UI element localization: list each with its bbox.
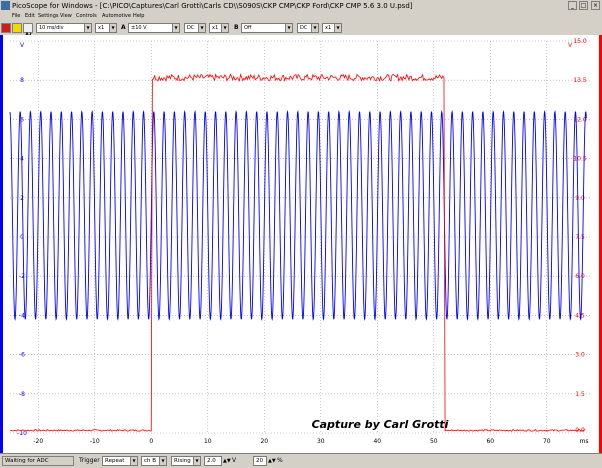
channel-b-trace	[9, 73, 586, 432]
chevron-down-icon: ▼	[159, 457, 166, 465]
menu-bar: File Edit Settings View Controls Automot…	[0, 12, 602, 21]
channel-a-axis-strip	[0, 35, 3, 453]
menu-settings[interactable]: Settings	[38, 12, 59, 21]
trigger-label: Trigger	[79, 457, 100, 464]
x-tick-label: 40	[373, 438, 381, 445]
y-right-tick-label: 15.0	[573, 38, 587, 45]
x-tick-label: 60	[486, 438, 494, 445]
x-tick-label: -10	[90, 438, 100, 445]
window-title: PicoScope for Windows - [C:\PICO\Capture…	[12, 2, 413, 10]
channel-a-coupling-select[interactable]: DC ▼	[184, 23, 206, 33]
menu-edit[interactable]: Edit	[25, 12, 35, 21]
pretrigger-input[interactable]: 20	[253, 456, 267, 466]
y-right-tick-label: 7.5	[575, 234, 585, 241]
chevron-down-icon: ▼	[193, 457, 200, 465]
pretrigger-spinner[interactable]: ▲▼	[268, 456, 276, 466]
y-left-tick-label: -10	[17, 430, 27, 437]
x-tick-label: 10	[204, 438, 212, 445]
status-bar: Waiting for ADC Trigger Repeat ▼ ch B ▼ Ri…	[0, 453, 602, 468]
trigger-level-spinner[interactable]: ▲▼	[223, 456, 231, 466]
chevron-down-icon: ▼	[198, 24, 205, 32]
trigger-level-input[interactable]: 2.0	[204, 456, 222, 466]
adc-status: Waiting for ADC	[2, 456, 74, 466]
channel-a-range-select[interactable]: ±10 V ▼	[128, 23, 180, 33]
y-right-tick-label: 1.5	[575, 391, 585, 398]
y-right-tick-label: 6.0	[575, 273, 585, 280]
menu-automotive[interactable]: Automotive	[102, 12, 131, 21]
scope-display: 8 6 4 2 0 -2 -4 -6 -8 -10 V 15.0 13.5 12.0 10.5 9.0 7.5 6…	[0, 35, 602, 453]
y-left-unit: V	[20, 42, 25, 49]
chevron-down-icon: ▼	[109, 24, 116, 32]
maximize-icon[interactable]: □	[579, 1, 588, 10]
chevron-down-icon: ▼	[285, 24, 292, 32]
trigger-level-unit: V	[232, 457, 237, 464]
run-button[interactable]	[12, 23, 22, 33]
app-icon	[1, 1, 10, 10]
x-tick-label: 0	[149, 438, 153, 445]
x-tick-label: -20	[33, 438, 43, 445]
chevron-down-icon: ▼	[311, 24, 318, 32]
y-left-tick-label: -2	[19, 273, 25, 280]
capture-credit: Capture by Carl Grotti	[312, 418, 449, 431]
chevron-down-icon: ▼	[221, 24, 228, 32]
toolbar: 10 ms/div ▼ x1 ▼ A ±10 V ▼ DC ▼ x1 ▼ B Off ▼ D…	[0, 21, 602, 39]
menu-controls[interactable]: Controls	[76, 12, 97, 21]
x-tick-label: 20	[260, 438, 268, 445]
y-right-tick-label: 13.5	[573, 77, 587, 84]
y-left-tick-label: -6	[19, 352, 25, 359]
channel-a-mult-select[interactable]: x1 ▼	[209, 23, 229, 33]
channel-b-label: B	[234, 24, 239, 31]
chevron-down-icon: ▼	[172, 24, 179, 32]
auto-setup-button[interactable]	[23, 23, 33, 39]
menu-help[interactable]: Help	[133, 12, 144, 21]
x-tick-label: 70	[543, 438, 551, 445]
scope-chart[interactable]: 86420-2-4-6-8-10V15.013.512.010.59.07.56…	[0, 35, 602, 453]
menu-view[interactable]: View	[60, 12, 72, 21]
x-tick-label: 50	[430, 438, 438, 445]
chevron-down-icon: ▼	[334, 24, 341, 32]
channel-a-label: A	[121, 24, 126, 31]
timebase-select[interactable]: 10 ms/div ▼	[36, 23, 92, 33]
y-right-unit: V	[568, 42, 573, 49]
chevron-down-icon: ▼	[130, 457, 137, 465]
trigger-channel-select[interactable]: ch B ▼	[141, 456, 167, 466]
trigger-edge-select[interactable]: Rising ▼	[171, 456, 201, 466]
close-icon[interactable]: ×	[591, 1, 600, 10]
trigger-mode-select[interactable]: Repeat ▼	[102, 456, 138, 466]
menu-file[interactable]: File	[12, 12, 20, 21]
minimize-icon[interactable]: _	[568, 1, 577, 10]
channel-a-trace	[9, 110, 587, 321]
channel-b-mult-select[interactable]: x1 ▼	[322, 23, 342, 33]
y-left-tick-label: -4	[19, 312, 25, 319]
y-left-tick-label: 8	[20, 77, 24, 84]
chevron-down-icon: ▼	[84, 24, 91, 32]
stop-button[interactable]	[1, 23, 11, 33]
channel-b-coupling-select[interactable]: DC ▼	[297, 23, 319, 33]
y-right-tick-label: 3.0	[575, 352, 585, 359]
timebase-mult-select[interactable]: x1 ▼	[95, 23, 117, 33]
y-left-tick-label: -8	[19, 391, 25, 398]
x-tick-label: 30	[317, 438, 325, 445]
x-unit: ms	[580, 438, 589, 445]
y-right-tick-label: 10.5	[573, 156, 587, 163]
channel-b-range-select[interactable]: Off ▼	[241, 23, 293, 33]
pretrigger-unit: %	[277, 457, 283, 464]
